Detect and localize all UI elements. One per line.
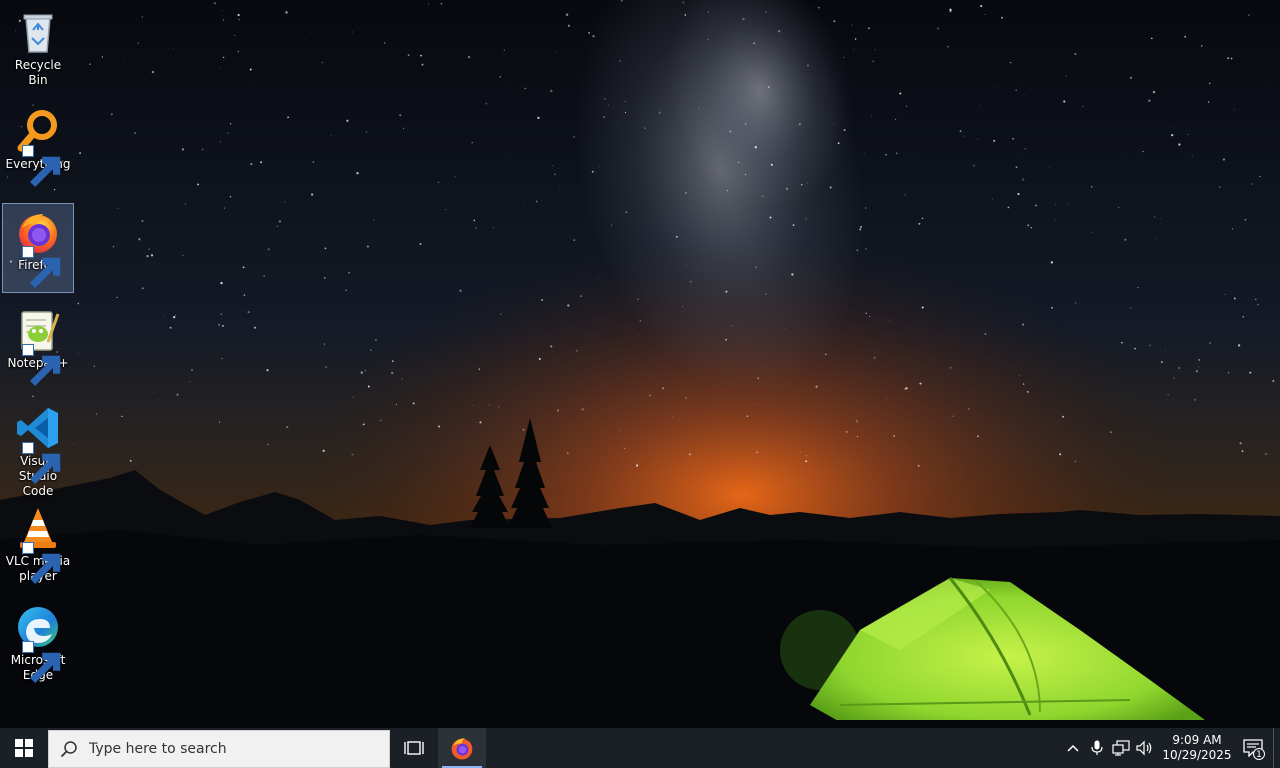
action-center-button[interactable]: 1 xyxy=(1233,728,1273,768)
shortcut-arrow-icon xyxy=(22,145,61,187)
desktop[interactable]: Recycle Bin Everything Firefox Notepad++… xyxy=(0,0,1280,768)
clock-time: 9:09 AM xyxy=(1172,733,1222,747)
desktop-icon-vlc[interactable]: VLC media player xyxy=(2,500,74,590)
taskbar: 9:09 AM 10/29/2025 1 xyxy=(0,728,1280,768)
firefox-icon xyxy=(451,738,473,760)
volume-button[interactable] xyxy=(1133,728,1157,768)
search-input[interactable] xyxy=(89,740,369,757)
desktop-icon-notepad-plus-plus[interactable]: Notepad++ xyxy=(2,302,74,392)
shortcut-arrow-icon xyxy=(22,246,61,288)
wallpaper-night-sky-tent xyxy=(0,0,1280,728)
taskbar-search-box[interactable] xyxy=(48,729,390,768)
network-button[interactable] xyxy=(1109,728,1133,768)
network-icon xyxy=(1112,740,1130,756)
shortcut-arrow-icon xyxy=(22,542,61,584)
speaker-icon xyxy=(1136,740,1152,756)
desktop-icon-edge[interactable]: Microsoft Edge xyxy=(2,599,74,689)
microphone-button[interactable] xyxy=(1085,728,1109,768)
chevron-up-icon xyxy=(1067,744,1079,752)
search-icon xyxy=(49,740,89,758)
windows-logo-icon xyxy=(15,739,33,757)
clock-date: 10/29/2025 xyxy=(1162,748,1232,762)
desktop-icon-recycle-bin[interactable]: Recycle Bin xyxy=(2,4,74,94)
shortcut-arrow-icon xyxy=(22,442,61,484)
everything-search-icon xyxy=(14,107,62,187)
clock[interactable]: 9:09 AM 10/29/2025 xyxy=(1161,728,1233,768)
notepad-plus-plus-icon xyxy=(14,306,62,386)
show-hidden-icons-button[interactable] xyxy=(1061,728,1085,768)
task-view-icon xyxy=(404,741,424,755)
shortcut-arrow-icon xyxy=(22,641,61,683)
recycle-bin-icon xyxy=(14,8,62,56)
show-desktop-button[interactable] xyxy=(1273,728,1280,768)
vscode-icon xyxy=(14,404,62,484)
desktop-icon-vscode[interactable]: Visual Studio Code xyxy=(2,400,74,498)
shortcut-arrow-icon xyxy=(22,344,61,386)
vlc-icon xyxy=(14,504,62,584)
edge-icon xyxy=(14,603,62,683)
taskbar-firefox-button[interactable] xyxy=(438,728,486,768)
desktop-icon-label: Recycle Bin xyxy=(14,58,62,87)
microphone-icon xyxy=(1091,740,1103,755)
notification-count-badge: 1 xyxy=(1253,748,1265,760)
firefox-icon xyxy=(14,208,62,288)
start-button[interactable] xyxy=(0,728,48,768)
desktop-icon-everything[interactable]: Everything xyxy=(2,103,74,193)
task-view-button[interactable] xyxy=(390,728,438,768)
desktop-icon-firefox[interactable]: Firefox xyxy=(2,203,74,293)
system-tray: 9:09 AM 10/29/2025 1 xyxy=(1061,728,1280,768)
